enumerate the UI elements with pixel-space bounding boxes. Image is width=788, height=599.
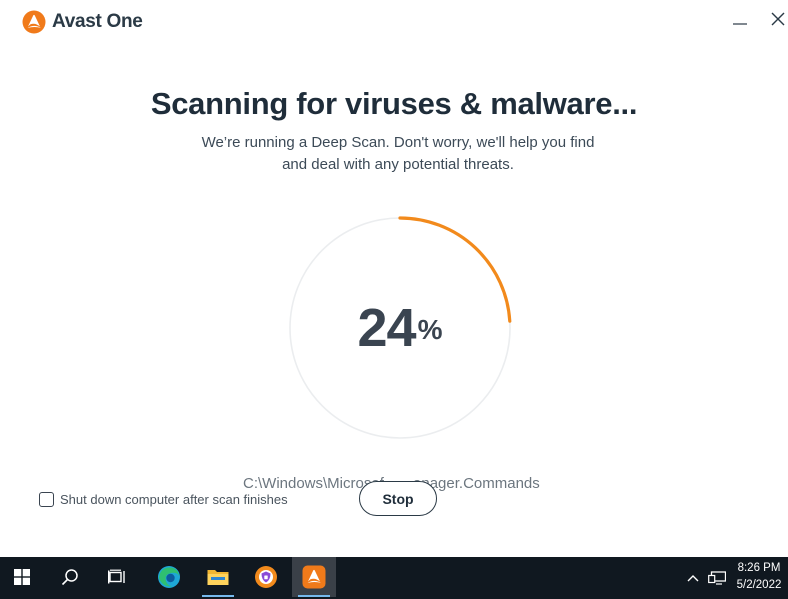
search-icon (61, 569, 78, 586)
running-indicator (298, 595, 330, 597)
show-hidden-icons-button[interactable] (684, 557, 702, 599)
minimize-icon (733, 23, 747, 25)
page-title: Scanning for viruses & malware... (150, 86, 638, 121)
minimize-button[interactable] (726, 6, 754, 32)
subtitle-line-1: We’re running a Deep Scan. Don't worry, … (201, 134, 595, 151)
brand: Avast One (22, 10, 143, 34)
search-button[interactable] (48, 557, 92, 597)
windows-start-icon (14, 569, 30, 585)
close-button[interactable] (764, 6, 788, 32)
edge-icon (158, 566, 180, 588)
stop-button[interactable]: Stop (359, 481, 437, 516)
shutdown-label: Shut down computer after scan finishes (60, 492, 288, 507)
task-view-button[interactable] (95, 557, 139, 597)
network-button[interactable] (705, 557, 729, 599)
progress-percent: 24 % (287, 215, 513, 441)
clock-date: 5/2/2022 (736, 579, 782, 591)
shutdown-option[interactable]: Shut down computer after scan finishes (39, 492, 288, 507)
close-icon (771, 12, 785, 26)
file-explorer-taskbar-button[interactable] (196, 557, 240, 597)
shutdown-checkbox[interactable] (39, 492, 54, 507)
avast-one-taskbar-button[interactable] (292, 557, 336, 597)
subtitle-line-2: and deal with any potential threats. (282, 156, 514, 173)
start-button[interactable] (0, 557, 44, 597)
file-explorer-icon (207, 570, 229, 585)
taskbar-clock[interactable]: 8:26 PM 5/2/2022 (732, 560, 786, 594)
running-indicator (202, 595, 234, 597)
avast-window: Avast One Scanning for viruses & malware… (0, 0, 788, 557)
clock-time: 8:26 PM (737, 562, 781, 574)
network-icon (708, 571, 726, 585)
avast-one-icon (302, 565, 326, 589)
avast-browser-taskbar-button[interactable] (244, 557, 288, 597)
task-view-icon (108, 569, 125, 584)
app-name: Avast One (52, 11, 143, 32)
percent-sign: % (417, 314, 443, 345)
avast-logo-icon (22, 10, 46, 34)
taskbar: 8:26 PM 5/2/2022 (0, 557, 788, 599)
edge-taskbar-button[interactable] (147, 557, 191, 597)
chevron-up-icon (687, 575, 699, 582)
percent-value: 24 (357, 298, 417, 358)
avast-secure-browser-icon (255, 566, 277, 588)
